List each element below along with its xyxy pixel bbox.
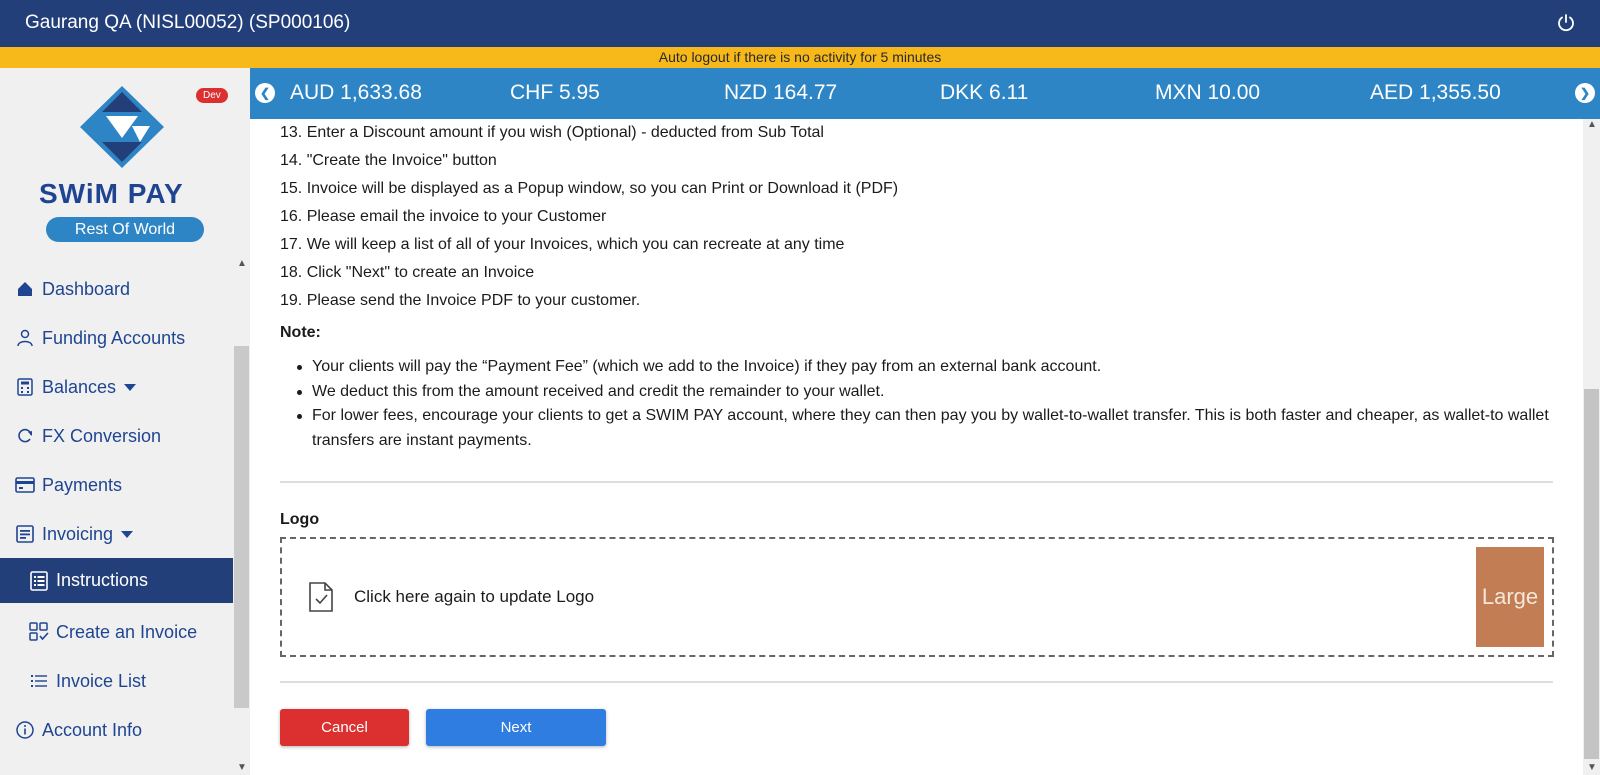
brand-name: SWiM PAY bbox=[39, 178, 184, 209]
ticker-item: CHF 5.95 bbox=[510, 81, 600, 104]
currency-ticker: ❮ AUD 1,633.68 CHF 5.95 NZD 164.77 DKK 6… bbox=[250, 68, 1600, 119]
list-item: 19. Please send the Invoice PDF to your … bbox=[280, 292, 641, 309]
main-scroll-thumb[interactable] bbox=[1584, 389, 1599, 759]
dev-badge: Dev bbox=[196, 88, 228, 103]
divider bbox=[280, 681, 1553, 683]
sidebar-item-invoicing[interactable]: Invoicing bbox=[0, 513, 233, 555]
list-item: 13. Enter a Discount amount if you wish … bbox=[280, 124, 824, 141]
brand-logo[interactable]: Dev SWiM PAY Rest Of World bbox=[0, 68, 250, 258]
note-list: Your clients will pay the “Payment Fee” … bbox=[280, 355, 1560, 453]
calculator-icon bbox=[14, 376, 36, 398]
sidebar-item-label: Funding Accounts bbox=[42, 327, 186, 348]
file-check-icon bbox=[309, 582, 333, 612]
auto-logout-notice: Auto logout if there is no activity for … bbox=[0, 47, 1600, 68]
sidebar-scroll-thumb[interactable] bbox=[234, 346, 249, 708]
sidebar-item-create-invoice[interactable]: Create an Invoice bbox=[0, 611, 233, 653]
sidebar-item-label: FX Conversion bbox=[42, 425, 162, 446]
sidebar-item-instructions[interactable]: Instructions bbox=[0, 558, 233, 603]
list-item: For lower fees, encourage your clients t… bbox=[280, 404, 1560, 453]
sidebar-item-balances[interactable]: Balances bbox=[0, 366, 233, 408]
sidebar: Dev SWiM PAY Rest Of World Dashboard Fun… bbox=[0, 68, 250, 775]
list-item: 15. Invoice will be displayed as a Popup… bbox=[280, 180, 899, 197]
note-heading: Note: bbox=[280, 324, 321, 341]
user-icon bbox=[14, 327, 36, 349]
sidebar-item-account-info[interactable]: Account Info bbox=[0, 709, 233, 751]
ticker-item: AUD 1,633.68 bbox=[290, 81, 422, 104]
card-icon bbox=[14, 474, 36, 496]
sidebar-item-payments[interactable]: Payments bbox=[0, 464, 233, 506]
logo-label: Logo bbox=[280, 511, 320, 528]
sidebar-item-label: Dashboard bbox=[42, 278, 131, 299]
next-button[interactable]: Next bbox=[426, 709, 606, 746]
logo-preview: Large bbox=[1476, 547, 1544, 647]
top-bar: Gaurang QA (NISL00052) (SP000106) bbox=[0, 0, 1600, 47]
instructions-content: 13. Enter a Discount amount if you wish … bbox=[250, 119, 1583, 775]
scroll-down-icon[interactable]: ▼ bbox=[1587, 762, 1597, 773]
document-list-icon bbox=[28, 570, 50, 592]
sidebar-item-label: Payments bbox=[42, 474, 123, 495]
main-scrollbar[interactable]: ▲ ▼ bbox=[1583, 119, 1600, 775]
power-icon[interactable] bbox=[1556, 13, 1576, 33]
sidebar-item-label: Account Info bbox=[42, 719, 143, 740]
chevron-down-icon bbox=[124, 383, 137, 391]
info-icon bbox=[14, 719, 36, 741]
ticker-item: MXN 10.00 bbox=[1155, 81, 1261, 104]
sidebar-item-label: Balances bbox=[42, 376, 117, 397]
refresh-icon bbox=[14, 425, 36, 447]
cancel-button[interactable]: Cancel bbox=[280, 709, 409, 746]
list-item: 16. Please email the invoice to your Cus… bbox=[280, 208, 607, 225]
ticker-item: AED 1,355.50 bbox=[1370, 81, 1501, 104]
list-item: 14. "Create the Invoice" button bbox=[280, 152, 497, 169]
scroll-down-icon[interactable]: ▼ bbox=[237, 762, 247, 773]
list-item: 17. We will keep a list of all of your I… bbox=[280, 236, 845, 253]
chevron-down-icon bbox=[121, 530, 134, 538]
sidebar-item-label: Create an Invoice bbox=[56, 621, 198, 642]
sidebar-item-fx-conversion[interactable]: FX Conversion bbox=[0, 415, 233, 457]
sidebar-scrollbar[interactable]: ▲ ▼ bbox=[233, 258, 250, 775]
home-icon bbox=[14, 278, 36, 300]
ticker-item: DKK 6.11 bbox=[940, 81, 1029, 104]
list-item: 18. Click "Next" to create an Invoice bbox=[280, 264, 535, 281]
invoice-icon bbox=[14, 523, 36, 545]
list-item: Your clients will pay the “Payment Fee” … bbox=[280, 355, 1560, 380]
scroll-up-icon[interactable]: ▲ bbox=[1587, 119, 1597, 130]
list-item: We deduct this from the amount received … bbox=[280, 380, 1560, 405]
swimpay-logo-icon bbox=[80, 86, 164, 168]
region-badge: Rest Of World bbox=[46, 217, 204, 242]
ticker-next-icon[interactable]: ❯ bbox=[1575, 83, 1595, 103]
list-icon bbox=[28, 670, 50, 692]
scroll-up-icon[interactable]: ▲ bbox=[237, 258, 247, 269]
ticker-prev-icon[interactable]: ❮ bbox=[255, 83, 275, 103]
logo-upload-dropzone[interactable]: Click here again to update Logo Large bbox=[280, 537, 1554, 657]
account-title: Gaurang QA (NISL00052) (SP000106) bbox=[25, 12, 351, 33]
sidebar-item-label: Instructions bbox=[56, 570, 149, 590]
sidebar-item-dashboard[interactable]: Dashboard bbox=[0, 268, 233, 310]
instruction-steps: 13. Enter a Discount amount if you wish … bbox=[280, 119, 898, 315]
ticker-item: NZD 164.77 bbox=[724, 81, 838, 104]
logo-upload-text: Click here again to update Logo bbox=[354, 587, 595, 606]
grid-check-icon bbox=[28, 621, 50, 643]
divider bbox=[280, 481, 1553, 483]
sidebar-item-invoice-list[interactable]: Invoice List bbox=[0, 660, 233, 702]
sidebar-item-funding-accounts[interactable]: Funding Accounts bbox=[0, 317, 233, 359]
sidebar-item-label: Invoicing bbox=[42, 523, 114, 544]
sidebar-item-label: Invoice List bbox=[56, 670, 147, 691]
